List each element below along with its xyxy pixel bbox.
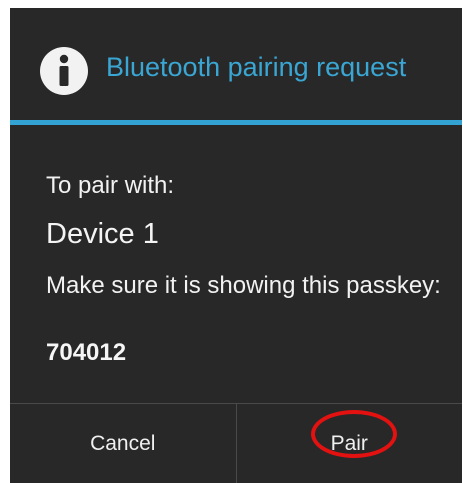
bluetooth-pairing-dialog: Bluetooth pairing request To pair with: …	[10, 8, 462, 483]
passkey-instruction: Make sure it is showing this passkey:	[46, 272, 441, 299]
info-icon	[40, 47, 88, 95]
dialog-header: Bluetooth pairing request	[10, 8, 462, 120]
pair-with-label: To pair with:	[46, 172, 175, 199]
dialog-title: Bluetooth pairing request	[106, 52, 407, 82]
cancel-button[interactable]: Cancel	[10, 404, 236, 483]
title-divider	[10, 120, 462, 125]
device-name: Device 1	[46, 218, 159, 250]
passkey-value: 704012	[46, 339, 127, 366]
dialog-button-bar: Cancel Pair	[10, 404, 462, 483]
pair-button[interactable]: Pair	[237, 404, 463, 483]
